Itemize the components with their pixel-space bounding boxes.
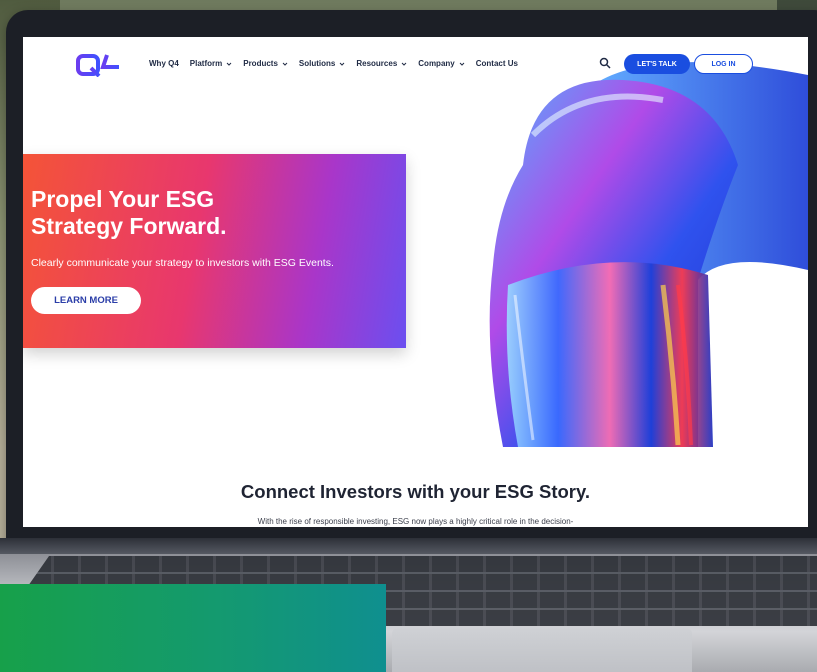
- nav-label: Products: [243, 59, 278, 68]
- search-icon[interactable]: [599, 57, 611, 69]
- hero-banner: Propel Your ESG Strategy Forward. Clearl…: [23, 154, 406, 348]
- nav-products[interactable]: Products: [243, 59, 288, 68]
- top-navigation: Why Q4 Platform Products Solutions Resou…: [23, 37, 808, 97]
- hero-title-line-1: Propel Your ESG: [31, 186, 215, 212]
- laptop-hinge: [0, 538, 817, 554]
- nav-why-q4[interactable]: Why Q4: [149, 59, 179, 68]
- lets-talk-button[interactable]: LET'S TALK: [624, 54, 690, 74]
- abstract-tube-illustration: [489, 62, 808, 447]
- chevron-down-icon: [282, 62, 288, 66]
- section-body: With the rise of responsible investing, …: [257, 517, 574, 526]
- nav-label: Solutions: [298, 59, 336, 68]
- chevron-down-icon: [340, 62, 345, 66]
- chevron-down-icon: [401, 62, 407, 66]
- nav-contact-us[interactable]: Contact Us: [476, 59, 518, 68]
- chevron-down-icon: [459, 62, 465, 66]
- hero-title: Propel Your ESG Strategy Forward.: [31, 186, 361, 240]
- log-in-button[interactable]: LOG IN: [694, 54, 753, 74]
- q4-logo[interactable]: [75, 53, 131, 77]
- nav-solutions[interactable]: Solutions: [299, 59, 345, 68]
- nav-label: Why Q4: [149, 59, 179, 68]
- nav-links: Why Q4 Platform Products Solutions Resou…: [149, 59, 518, 68]
- green-overlay-panel: [0, 584, 386, 672]
- nav-label: Contact Us: [475, 59, 518, 68]
- nav-resources[interactable]: Resources: [356, 59, 407, 68]
- nav-company[interactable]: Company: [418, 59, 465, 68]
- hero-title-line-2: Strategy Forward.: [31, 213, 227, 239]
- learn-more-button[interactable]: LEARN MORE: [31, 287, 141, 314]
- nav-label: Resources: [356, 59, 398, 68]
- hero-subtitle: Clearly communicate your strategy to inv…: [31, 257, 334, 269]
- nav-label: Company: [418, 59, 455, 68]
- nav-label: Platform: [189, 59, 223, 68]
- laptop-screen: Why Q4 Platform Products Solutions Resou…: [23, 37, 808, 527]
- nav-platform[interactable]: Platform: [190, 59, 232, 68]
- chevron-down-icon: [226, 62, 232, 66]
- trackpad: [392, 628, 692, 672]
- section-title: Connect Investors with your ESG Story.: [240, 481, 591, 502]
